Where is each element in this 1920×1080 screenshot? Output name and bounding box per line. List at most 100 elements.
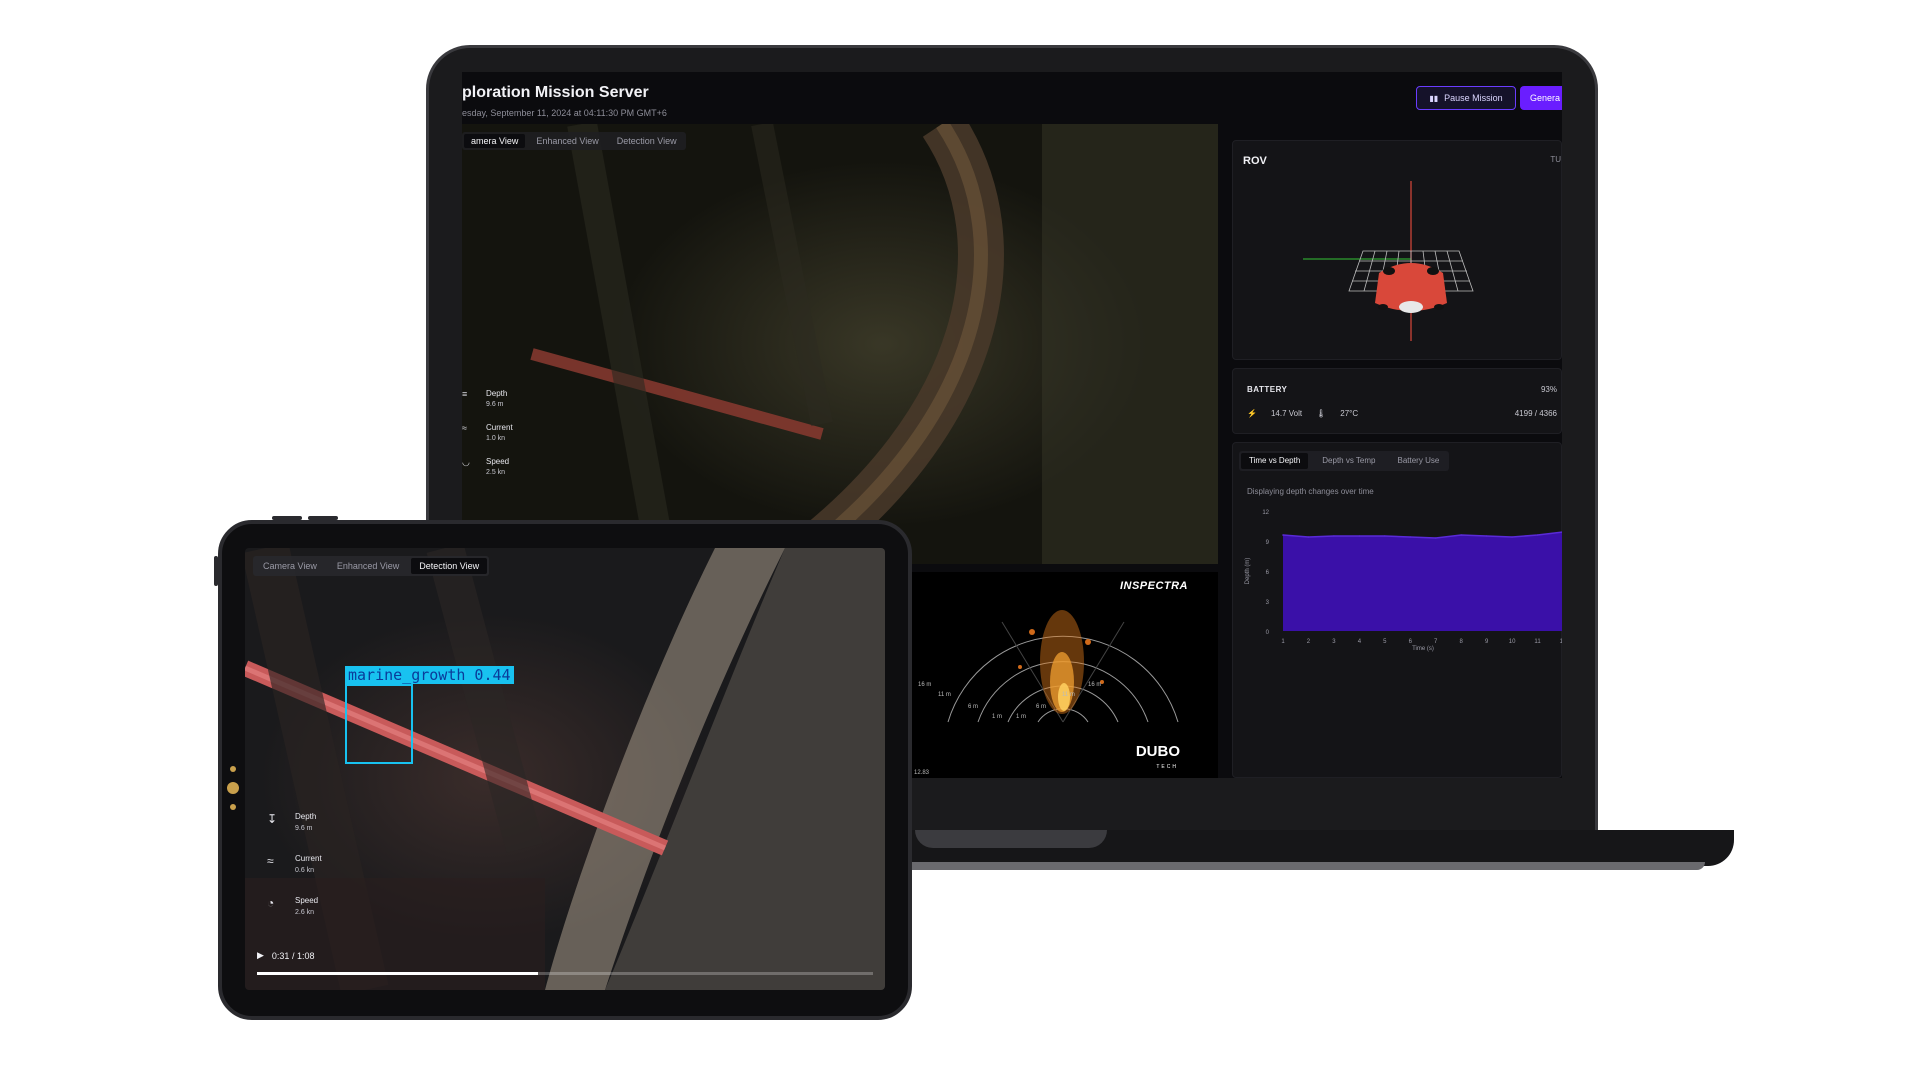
play-icon[interactable]: ▶ — [257, 950, 264, 961]
sonar-range-label: 11 m — [1062, 692, 1075, 698]
detection-box — [345, 684, 413, 764]
telemetry-depth: ≡ Depth 9.6 m — [462, 389, 507, 408]
detection-label: marine_growth 0.44 — [345, 666, 514, 684]
x-tick-label: 1 — [1281, 639, 1285, 645]
x-tick-label: 5 — [1383, 639, 1387, 645]
depth-point — [1409, 536, 1412, 538]
rov-panel: ROV TU — [1232, 140, 1562, 360]
current-icon: ≈ — [462, 423, 467, 433]
page-title: ploration Mission Server — [462, 84, 649, 101]
x-tick-label: 11 — [1534, 639, 1541, 645]
telemetry-depth: ↧ Depth 9.6 m — [267, 812, 316, 832]
telemetry-current: ≈ Current 1.0 kn — [462, 423, 513, 442]
telemetry-label: Depth — [295, 812, 317, 821]
y-tick-label: 9 — [1266, 540, 1270, 546]
tab-detection-view[interactable]: Detection View — [411, 558, 488, 574]
sonar-panel: 16 m 11 m 6 m 1 m 1 m 6 m 11 m 16 m INSP… — [912, 572, 1218, 778]
generate-label: Genera — [1530, 93, 1561, 103]
tab-camera-view[interactable]: amera View — [464, 134, 526, 148]
depth-point — [1307, 536, 1310, 538]
battery-panel: BATTERY 93% ⚡ 14.7 Volt 🌡 27°C 4199 / 43… — [1232, 368, 1562, 434]
x-tick-label: 3 — [1332, 639, 1336, 645]
chart-description: Displaying depth changes over time — [1247, 487, 1374, 496]
tablet-camera-scene — [245, 548, 885, 990]
depth-area — [1283, 532, 1562, 631]
tab-camera-view[interactable]: Camera View — [255, 558, 325, 574]
telemetry-value: 1.0 kn — [486, 435, 506, 442]
sonar-range-label: 1 m — [992, 714, 1002, 720]
battery-voltage: 14.7 Volt — [1270, 409, 1303, 418]
sonar-brand: INSPECTRA — [1119, 580, 1188, 592]
depth-point — [1333, 535, 1335, 537]
current-icon: ≈ — [267, 854, 274, 868]
y-axis-label: Depth (m) — [1245, 558, 1251, 585]
bolt-icon: ⚡ — [1247, 409, 1257, 418]
telemetry-value: 0.6 kn — [295, 867, 315, 874]
y-tick-label: 6 — [1266, 570, 1270, 576]
x-tick-label: 7 — [1434, 639, 1438, 645]
pause-mission-label: Pause Mission — [1444, 93, 1503, 103]
telemetry-label: Speed — [295, 896, 319, 905]
camera-feed[interactable]: amera View Enhanced View Detection View … — [462, 124, 1218, 564]
telemetry-value: 9.6 m — [486, 401, 504, 408]
tab-enhanced-view[interactable]: Enhanced View — [529, 134, 605, 148]
battery-readings: ⚡ 14.7 Volt 🌡 27°C — [1247, 409, 1358, 418]
depth-point — [1434, 537, 1437, 539]
thermometer-icon: 🌡 — [1316, 409, 1327, 418]
telemetry-current: ≈ Current 0.6 kn — [267, 854, 322, 874]
tablet-camera — [227, 782, 239, 794]
telemetry-label: Current — [295, 854, 322, 863]
telemetry-value: 2.6 kn — [295, 909, 315, 916]
telemetry-label: Speed — [486, 457, 510, 466]
x-tick-label: 4 — [1358, 639, 1362, 645]
chart-tabs: Time vs Depth Depth vs Temp Battery Use — [1239, 451, 1450, 471]
y-tick-label: 12 — [1262, 510, 1269, 516]
video-time: 0:31 / 1:08 — [271, 950, 315, 961]
sonar-range-label: 6 m — [1036, 704, 1046, 710]
speed-icon: ◡ — [462, 457, 470, 467]
tab-time-vs-depth[interactable]: Time vs Depth — [1241, 453, 1309, 469]
telemetry-label: Depth — [486, 389, 508, 398]
depth-point — [1460, 534, 1462, 536]
tab-depth-vs-temp[interactable]: Depth vs Temp — [1314, 453, 1383, 469]
telemetry-value: 9.6 m — [295, 825, 313, 832]
telemetry-speed: ◡ Speed 2.5 kn — [462, 457, 509, 476]
depth-point — [1485, 535, 1488, 537]
y-tick-label: 0 — [1266, 630, 1270, 636]
video-progress-fill — [257, 972, 538, 975]
depth-icon: ≡ — [462, 389, 468, 399]
x-tick-label: 2 — [1307, 639, 1311, 645]
generate-button[interactable]: Genera — [1520, 86, 1562, 110]
tablet-view-tabs: Camera View Enhanced View Detection View — [253, 556, 490, 576]
x-tick-label: 6 — [1409, 639, 1413, 645]
camera-view-tabs: amera View Enhanced View Detection View — [462, 132, 686, 150]
tablet-sensor — [230, 804, 236, 810]
telemetry-speed: ◔ Speed 2.6 kn — [267, 896, 318, 916]
sonar-range-label: 11 m — [938, 692, 951, 698]
speed-icon: ◔ — [267, 896, 275, 910]
page-datetime: esday, September 11, 2024 at 04:11:30 PM… — [462, 108, 667, 118]
x-axis-label: Time (s) — [1412, 646, 1434, 652]
depth-point — [1282, 534, 1284, 536]
battery-percent: 93% — [1540, 385, 1557, 394]
x-tick-label: 8 — [1460, 639, 1464, 645]
sonar-range-label: 16 m — [1088, 682, 1101, 688]
video-player-controls: ▶ 0:31 / 1:08 — [257, 950, 314, 961]
depth-point — [1536, 534, 1539, 536]
battery-temperature: 27°C — [1340, 409, 1359, 418]
video-progress-bar[interactable] — [257, 972, 873, 975]
sonar-range-label: 6 m — [968, 704, 978, 710]
tablet-screen[interactable]: Camera View Enhanced View Detection View… — [245, 548, 885, 990]
rov-3d-model — [1303, 181, 1474, 341]
pause-mission-button[interactable]: ▮▮ Pause Mission — [1416, 86, 1516, 110]
x-tick-label: 9 — [1485, 639, 1489, 645]
pause-icon: ▮▮ — [1429, 93, 1439, 103]
tab-battery-use[interactable]: Battery Use — [1390, 453, 1448, 469]
laptop-notch — [915, 830, 1107, 848]
dubo-logo-sub: TECH — [1156, 764, 1178, 770]
telemetry-label: Current — [486, 423, 513, 432]
tablet-sensor — [230, 766, 236, 772]
tab-detection-view[interactable]: Detection View — [610, 134, 684, 148]
depth-chart: 036912123456789101112Time (s)Depth (m) — [1245, 510, 1562, 652]
tab-enhanced-view[interactable]: Enhanced View — [329, 558, 407, 574]
